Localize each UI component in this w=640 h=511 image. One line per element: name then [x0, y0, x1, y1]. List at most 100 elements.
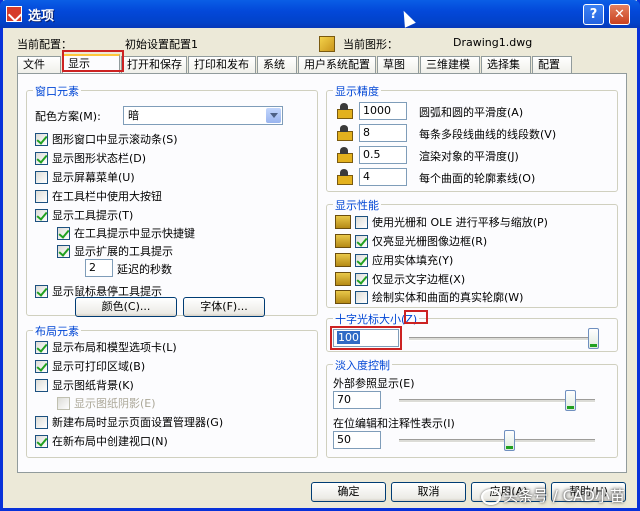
display-performance-group: 显示性能 使用光栅和 OLE 进行平移与缩放(P) 仅亮显光栅图像边框(R) 应… [326, 197, 618, 308]
xref-fade-slider-thumb[interactable] [564, 390, 576, 411]
ok-button[interactable]: 确定 [311, 482, 386, 502]
tab-user-preferences[interactable]: 用户系统配置 [298, 56, 376, 73]
true-silhouette-label: 绘制实体和曲面的真实轮廓(W) [372, 291, 524, 304]
render-smoothness-icon [335, 145, 353, 163]
inplace-fade-input[interactable]: 50 [333, 431, 381, 449]
page-setup-manager-option[interactable]: 新建布局时显示页面设置管理器(G) [35, 414, 223, 430]
screen-menu-label: 显示屏幕菜单(U) [52, 171, 135, 184]
options-dialog: 选项 ? ✕ 当前配置： 初始设置配置1 当前图形： Drawing1.dwg … [0, 0, 640, 511]
true-silhouette-checkbox[interactable] [355, 290, 368, 304]
window-title: 选项 [28, 8, 55, 24]
shortcut-keys-option[interactable]: 在工具提示中显示快捷键 [57, 225, 195, 241]
tooltips-checkbox[interactable] [35, 208, 48, 222]
tab-open-save[interactable]: 打开和保存 [121, 56, 187, 73]
raster-frame-label: 仅亮显光栅图像边框(R) [372, 235, 488, 248]
crosshair-shortcut-highlight [404, 310, 428, 324]
current-profile-value: 初始设置配置1 [125, 38, 198, 51]
raster-frame-checkbox[interactable] [355, 234, 368, 248]
true-silhouette-option[interactable]: 绘制实体和曲面的真实轮廓(W) [335, 289, 523, 305]
color-scheme-label: 配色方案(M): [35, 110, 101, 123]
shortcut-keys-checkbox[interactable] [57, 226, 70, 240]
drawing-file-icon [319, 36, 335, 52]
tooltips-option[interactable]: 显示工具提示(T) [35, 207, 133, 223]
display-resolution-title: 显示精度 [333, 83, 381, 99]
autocad-app-icon [6, 6, 22, 22]
cancel-button[interactable]: 取消 [391, 482, 466, 502]
watermark: 头条号 / CAD小苗 [481, 485, 625, 506]
screen-menu-checkbox[interactable] [35, 170, 48, 184]
rollover-tooltips-checkbox[interactable] [35, 284, 48, 298]
polyline-segments-input[interactable]: 8 [359, 124, 407, 142]
text-frame-label: 仅显示文字边框(X) [372, 273, 466, 286]
help-title-button[interactable]: ? [583, 4, 604, 25]
scrollbar-option[interactable]: 图形窗口中显示滚动条(S) [35, 131, 178, 147]
raster-frame-option[interactable]: 仅亮显光栅图像边框(R) [335, 233, 487, 249]
raster-ole-checkbox[interactable] [355, 215, 368, 229]
paper-background-option[interactable]: 显示图纸背景(K) [35, 377, 134, 393]
close-button[interactable]: ✕ [609, 4, 630, 25]
fonts-button[interactable]: 字体(F)... [183, 297, 265, 317]
shortcut-keys-label: 在工具提示中显示快捷键 [74, 227, 195, 240]
create-viewport-option[interactable]: 在新布局中创建视口(N) [35, 433, 168, 449]
text-frame-checkbox[interactable] [355, 272, 368, 286]
tab-selection[interactable]: 选择集 [481, 56, 531, 73]
tab-3d-modeling[interactable]: 三维建模 [420, 56, 480, 73]
contour-lines-input[interactable]: 4 [359, 168, 407, 186]
arc-smoothness-input[interactable]: 1000 [359, 102, 407, 120]
solid-fill-option[interactable]: 应用实体填充(Y) [335, 252, 453, 268]
solid-fill-label: 应用实体填充(Y) [372, 254, 454, 267]
tab-files[interactable]: 文件 [17, 56, 61, 73]
tooltips-label: 显示工具提示(T) [52, 209, 134, 222]
display-resolution-group: 显示精度 1000 圆弧和圆的平滑度(A) 8 每条多段线曲线的线段数(V) 0… [326, 83, 618, 192]
layout-elements-title: 布局元素 [33, 323, 81, 339]
raster-frame-icon [335, 234, 351, 248]
tab-system[interactable]: 系统 [257, 56, 297, 73]
arc-smoothness-label: 圆弧和圆的平滑度(A) [419, 106, 524, 119]
text-frame-option[interactable]: 仅显示文字边框(X) [335, 271, 465, 287]
tab-drafting[interactable]: 草图 [377, 56, 419, 73]
colors-button[interactable]: 颜色(C)... [75, 297, 177, 317]
status-bar-option[interactable]: 显示图形状态栏(D) [35, 150, 146, 166]
printable-area-option[interactable]: 显示可打印区域(B) [35, 358, 145, 374]
tab-plot-publish[interactable]: 打印和发布 [188, 56, 256, 73]
render-smoothness-label: 渲染对象的平滑度(J) [419, 150, 519, 163]
page-setup-manager-checkbox[interactable] [35, 415, 48, 429]
render-smoothness-input[interactable]: 0.5 [359, 146, 407, 164]
tab-profiles[interactable]: 配置 [532, 56, 572, 73]
raster-ole-option[interactable]: 使用光栅和 OLE 进行平移与缩放(P) [335, 214, 548, 230]
chevron-down-icon[interactable] [266, 108, 281, 123]
crosshair-slider-thumb[interactable] [588, 328, 599, 349]
printable-area-checkbox[interactable] [35, 359, 48, 373]
inplace-fade-slider-track[interactable] [399, 439, 595, 443]
large-buttons-checkbox[interactable] [35, 189, 48, 203]
delay-seconds-input[interactable]: 2 [85, 259, 113, 277]
layout-tabs-checkbox[interactable] [35, 340, 48, 354]
inplace-fade-slider-thumb[interactable] [503, 430, 515, 451]
paper-background-checkbox[interactable] [35, 378, 48, 392]
inplace-fade-label: 在位编辑和注释性表示(I) [333, 417, 455, 430]
display-tab-panel: 窗口元素 配色方案(M): 暗 图形窗口中显示滚动条(S) 显示图形状态栏(D)… [17, 73, 627, 473]
color-scheme-value: 暗 [128, 109, 139, 122]
large-buttons-option[interactable]: 在工具栏中使用大按钮 [35, 188, 162, 204]
crosshair-size-label: 十字光标大小 [335, 313, 401, 326]
create-viewport-label: 在新布局中创建视口(N) [52, 435, 168, 448]
extended-tooltips-option[interactable]: 显示扩展的工具提示 [57, 243, 173, 259]
solid-fill-checkbox[interactable] [355, 253, 368, 267]
color-scheme-select[interactable]: 暗 [123, 106, 283, 125]
xref-fade-input[interactable]: 70 [333, 391, 381, 409]
raster-ole-label: 使用光栅和 OLE 进行平移与缩放(P) [372, 216, 548, 229]
large-buttons-label: 在工具栏中使用大按钮 [52, 190, 162, 203]
scrollbar-checkbox[interactable] [35, 132, 48, 146]
polyline-segments-label: 每条多段线曲线的线段数(V) [419, 128, 557, 141]
status-bar-checkbox[interactable] [35, 151, 48, 165]
screen-menu-option[interactable]: 显示屏幕菜单(U) [35, 169, 135, 185]
crosshair-slider-track[interactable] [409, 337, 593, 341]
polyline-segments-icon [335, 123, 353, 141]
extended-tooltips-checkbox[interactable] [57, 244, 70, 258]
watermark-text: 头条号 / CAD小苗 [503, 487, 625, 505]
layout-tabs-option[interactable]: 显示布局和模型选项卡(L) [35, 339, 177, 355]
create-viewport-checkbox[interactable] [35, 434, 48, 448]
layout-tabs-label: 显示布局和模型选项卡(L) [52, 341, 177, 354]
layout-elements-group: 布局元素 显示布局和模型选项卡(L) 显示可打印区域(B) 显示图纸背景(K) … [26, 323, 318, 458]
title-bar[interactable]: 选项 ? ✕ [0, 0, 640, 28]
